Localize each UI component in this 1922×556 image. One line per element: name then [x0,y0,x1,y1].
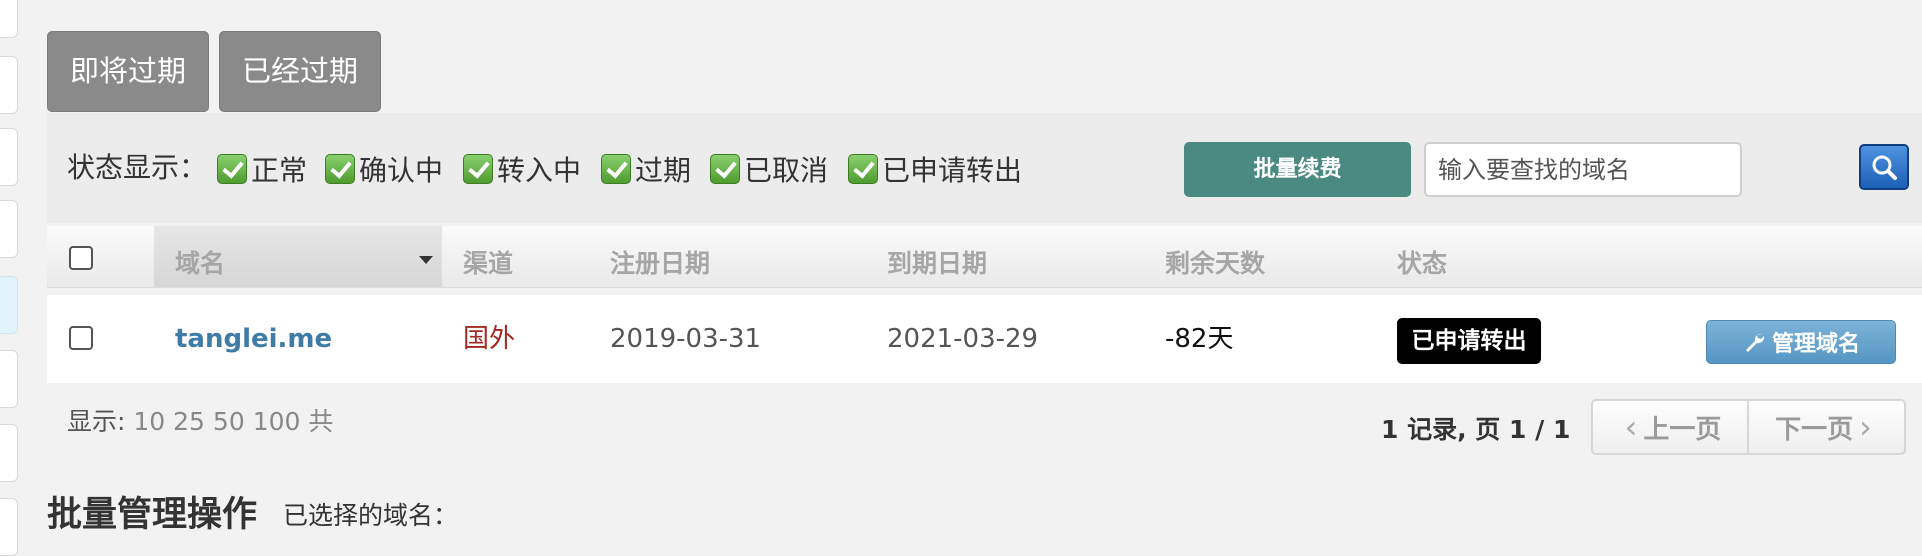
channel-cell: 国外 [463,324,516,354]
tab-expired[interactable]: 已经过期 [219,31,381,112]
checkbox-checked-icon[interactable] [710,154,740,184]
next-page-label: 下一页 [1775,414,1854,445]
page-size-label: 显示: [67,407,126,436]
search-icon [1872,155,1897,180]
page-separator: / [1535,415,1545,444]
records-text: 1 记录, 页 [1381,415,1501,444]
page-total: 1 [1553,415,1571,444]
page-size-option[interactable]: 50 [213,407,245,436]
status-filter-label-text: 过期 [635,154,692,187]
page-size-selector: 显示: 10 25 50 100 共 [67,402,333,438]
selected-domains-label: 已选择的域名： [283,501,459,530]
status-filter-expired[interactable]: 过期 [601,152,692,187]
filter-toolbar: 状态显示： 正常 确认中 转入中 过期 已取消 已申请转出 批量续费 [47,113,1922,223]
sidebar-item[interactable] [0,350,18,408]
column-header-days-left[interactable]: 剩余天数 [1165,226,1265,302]
prev-page-button[interactable]: ‹ 上一页 [1591,399,1749,455]
status-filter-normal[interactable]: 正常 [217,152,308,187]
status-filter-label-text: 已取消 [744,154,829,187]
sidebar-item[interactable] [0,424,18,482]
sidebar-strip [0,0,20,556]
page-size-option[interactable]: 100 [253,407,301,436]
status-filter-label: 状态显示： [67,151,208,184]
days-left-cell: -82天 [1165,324,1234,354]
column-header-domain[interactable]: 域名 [175,226,225,302]
column-header-status[interactable]: 状态 [1397,226,1447,302]
domain-search-input[interactable] [1424,142,1742,197]
checkbox-checked-icon[interactable] [217,154,247,184]
column-header-channel[interactable]: 渠道 [463,226,513,302]
status-filter-label-text: 确认中 [359,154,444,187]
column-header-reg-date[interactable]: 注册日期 [610,226,710,302]
table-header: 域名 渠道 注册日期 到期日期 剩余天数 状态 [47,226,1922,288]
sort-desc-icon[interactable] [419,256,433,264]
status-filter-label-text: 正常 [251,154,308,187]
page-size-option[interactable]: 10 [133,407,165,436]
batch-operations-title: 批量管理操作 [47,495,258,535]
pagination-info: 1 记录, 页 1 / 1 [1381,410,1570,446]
table-row: tanglei.me 国外 2019-03-31 2021-03-29 -82天… [47,295,1922,383]
sidebar-item[interactable] [0,200,18,258]
status-filter-label-text: 转入中 [497,154,582,187]
sidebar-item-active[interactable] [0,276,18,334]
page-size-option[interactable]: 25 [173,407,205,436]
column-header-exp-date[interactable]: 到期日期 [887,226,987,302]
checkbox-checked-icon[interactable] [848,154,878,184]
next-page-button[interactable]: 下一页 › [1748,399,1906,455]
domain-link[interactable]: tanglei.me [175,295,332,383]
chevron-left-icon: ‹ [1624,408,1638,446]
reg-date-cell: 2019-03-31 [610,324,762,354]
row-checkbox[interactable] [69,326,93,350]
sidebar-item[interactable] [0,56,18,114]
search-button[interactable] [1859,144,1909,190]
checkbox-checked-icon[interactable] [325,154,355,184]
sidebar-item[interactable] [0,498,18,556]
manage-domain-label: 管理域名 [1771,332,1860,357]
page-size-suffix: 共 [308,407,334,436]
wrench-icon [1745,333,1765,352]
select-all-checkbox[interactable] [69,246,93,270]
manage-domain-button[interactable]: 管理域名 [1706,320,1896,364]
bulk-renew-button[interactable]: 批量续费 [1184,142,1411,197]
status-filter-transferring-in[interactable]: 转入中 [463,152,582,187]
status-badge: 已申请转出 [1397,318,1541,364]
sidebar-item[interactable] [0,128,18,186]
checkbox-checked-icon[interactable] [601,154,631,184]
prev-page-label: 上一页 [1643,414,1722,445]
page-current: 1 [1509,415,1527,444]
status-filter-label-text: 已申请转出 [882,154,1023,187]
chevron-right-icon: › [1859,408,1872,446]
status-filter-transfer-out-requested[interactable]: 已申请转出 [848,152,1023,187]
status-filter-confirming[interactable]: 确认中 [325,152,444,187]
tab-expiring-soon[interactable]: 即将过期 [47,31,209,112]
checkbox-checked-icon[interactable] [463,154,493,184]
sidebar-item[interactable] [0,0,18,38]
status-filter-cancelled[interactable]: 已取消 [710,152,829,187]
exp-date-cell: 2021-03-29 [887,324,1039,354]
